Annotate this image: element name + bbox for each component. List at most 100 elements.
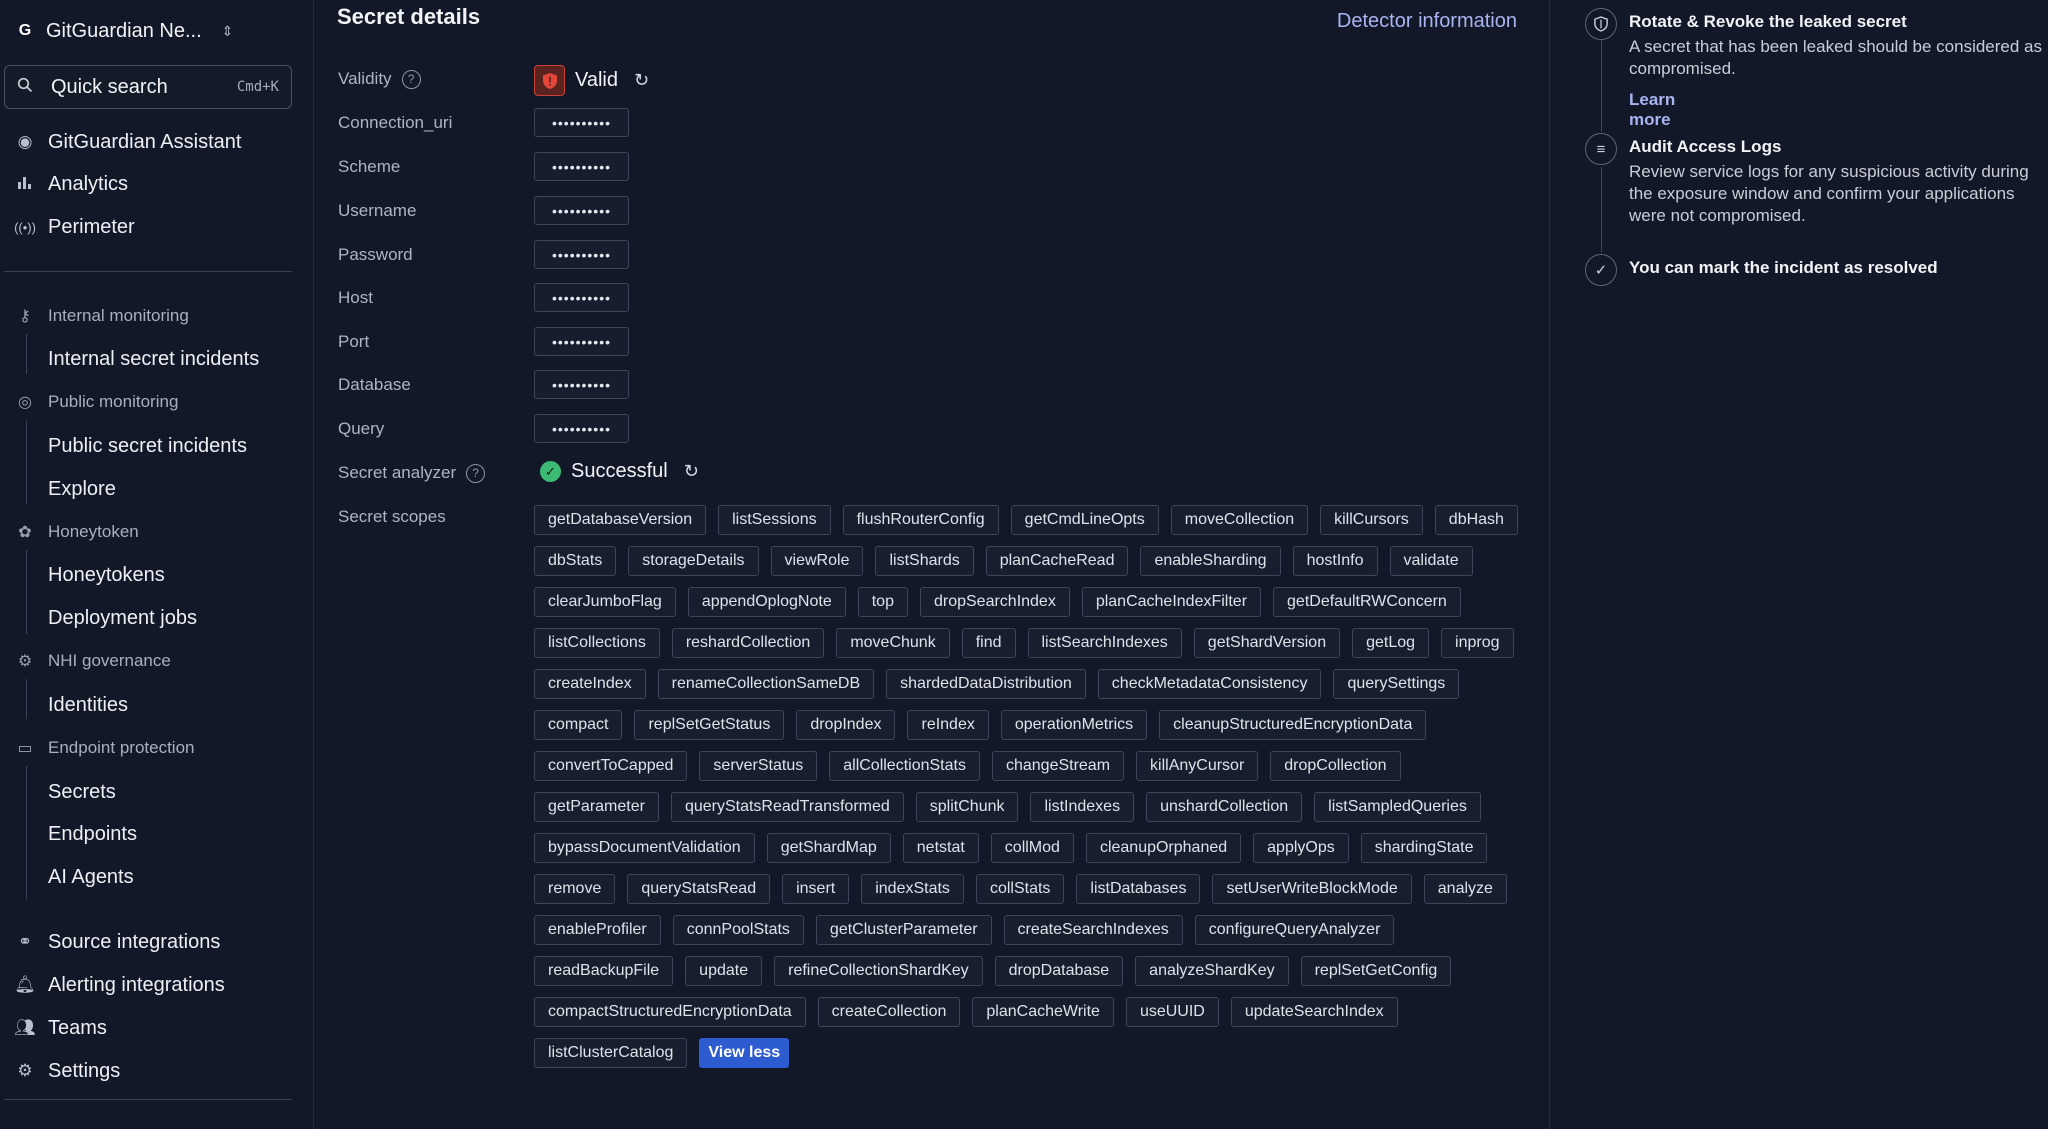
sidebar-divider [4,1099,292,1100]
step-description: A secret that has been leaked should be … [1629,37,2043,78]
scope-tag: collMod [990,833,1074,863]
nav-deployment-jobs[interactable]: Deployment jobs [48,601,197,635]
scope-tag: dropSearchIndex [919,587,1070,617]
masked-value[interactable]: •••••••••• [534,283,629,312]
scope-tag: planCacheWrite [972,997,1114,1027]
nav-endpoints[interactable]: Endpoints [48,817,137,851]
tree-line [26,766,27,900]
scope-tag: replSetGetConfig [1300,956,1452,986]
scope-tag: allCollectionStats [829,751,980,781]
bell-icon: 🔔︎ [14,975,36,994]
scope-tag: moveCollection [1170,505,1309,535]
masked-value[interactable]: •••••••••• [534,414,629,443]
nav-teams[interactable]: 👥︎ Teams [14,1011,107,1045]
learn-more-link[interactable]: Learn more [1629,90,1675,130]
section-nhi-governance[interactable]: ⚙ NHI governance [14,647,171,675]
nav-ai-agents[interactable]: AI Agents [48,860,134,894]
section-honeytoken[interactable]: ✿ Honeytoken [14,518,138,546]
section-public-monitoring[interactable]: ◎ Public monitoring [14,388,178,416]
scope-tag: listSampledQueries [1314,792,1481,822]
section-label: NHI governance [48,651,171,670]
scope-tag: getShardMap [766,833,891,863]
scope-tag: listShards [875,546,974,576]
masked-value[interactable]: •••••••••• [534,196,629,225]
scope-tag: convertToCapped [534,751,688,781]
nav-source-integrations[interactable]: ⚭ Source integrations [14,925,220,959]
scope-tag: applyOps [1253,833,1349,863]
scope-tag: configureQueryAnalyzer [1194,915,1395,945]
tree-line [26,550,27,634]
scope-tag: dropDatabase [994,956,1124,986]
scope-tag: dbStats [534,546,617,576]
scope-tag: dropCollection [1270,751,1401,781]
scope-tag: viewRole [770,546,864,576]
gear-icon: ⚙ [17,1061,33,1080]
nav-identities[interactable]: Identities [48,688,128,722]
scope-tag: listSessions [718,505,831,535]
nav-public-secret-incidents[interactable]: Public secret incidents [48,429,247,463]
nav-label: Alerting integrations [48,973,225,996]
nav-internal-secret-incidents[interactable]: Internal secret incidents [48,342,259,376]
scope-tag: reIndex [907,710,989,740]
scope-tag: listIndexes [1030,792,1135,822]
help-icon[interactable]: ? [401,69,421,89]
scope-tag: killAnyCursor [1136,751,1259,781]
scope-tag: unshardCollection [1146,792,1303,822]
search-icon [17,77,37,98]
scope-tag: getDatabaseVersion [534,505,707,535]
scope-tag: appendOplogNote [687,587,846,617]
nav-explore[interactable]: Explore [48,472,116,506]
field-label: Password [338,245,413,264]
nav-perimeter[interactable]: ((•)) Perimeter [14,210,135,244]
quick-search[interactable]: Quick search Cmd+K [4,65,292,109]
masked-value[interactable]: •••••••••• [534,240,629,269]
field-label: Connection_uri [338,113,453,132]
refresh-icon[interactable]: ↻ [684,461,699,482]
honeycomb-icon: ✿ [18,524,32,541]
validity-label: Validity ? [338,69,421,89]
scope-tag: listCollections [534,628,660,658]
nav-label: Analytics [48,172,129,195]
scope-tag: insert [782,874,850,904]
detector-information-link[interactable]: Detector information [1337,10,1517,33]
scope-tag: getClusterParameter [815,915,992,945]
nav-gitguardian-assistant[interactable]: ◉ GitGuardian Assistant [14,125,242,159]
scope-tag: compactStructuredEncryptionData [534,997,806,1027]
secret-details-panel: Secret details Detector information Vali… [315,0,1550,1129]
scope-tag: clearJumboFlag [534,587,676,617]
step-description: Review service logs for any suspicious a… [1629,162,2029,225]
scope-tag: analyzeShardKey [1135,956,1289,986]
nav-secrets[interactable]: Secrets [48,775,116,809]
nav-honeytokens[interactable]: Honeytokens [48,558,165,592]
scope-tag: flushRouterConfig [842,505,999,535]
chevron-updown-icon: ⇕ [221,22,234,39]
scope-tag: bypassDocumentValidation [534,833,755,863]
nav-analytics[interactable]: Analytics [14,167,128,201]
scope-tag: shardedDataDistribution [886,669,1086,699]
section-endpoint-protection[interactable]: ▭ Endpoint protection [14,734,194,762]
scope-tag: querySettings [1333,669,1460,699]
masked-value[interactable]: •••••••••• [534,327,629,356]
masked-value[interactable]: •••••••••• [534,370,629,399]
scope-tag: checkMetadataConsistency [1097,669,1322,699]
sidebar-divider [4,271,292,272]
scope-tag: createCollection [817,997,961,1027]
refresh-icon[interactable]: ↻ [634,70,649,91]
scope-tag: createIndex [534,669,646,699]
section-internal-monitoring[interactable]: ⚷ Internal monitoring [14,302,189,330]
scope-tag: readBackupFile [534,956,674,986]
nav-alerting-integrations[interactable]: 🔔︎ Alerting integrations [14,968,225,1002]
view-less-button[interactable]: View less [699,1038,790,1068]
scope-tag: find [961,628,1016,658]
analyzer-status: ✓ Successful ↻ [534,460,699,483]
scope-tag: analyze [1423,874,1507,904]
bar-chart-icon [14,174,36,195]
masked-value[interactable]: •••••••••• [534,108,629,137]
workspace-switcher[interactable]: G GitGuardian Ne... ⇕ [14,14,234,48]
masked-value[interactable]: •••••••••• [534,152,629,181]
help-icon[interactable]: ? [466,463,486,483]
nav-settings[interactable]: ⚙ Settings [14,1054,120,1088]
team-icon: 👥︎ [14,1018,36,1037]
scope-tag: changeStream [991,751,1125,781]
scope-tag: getLog [1352,628,1430,658]
